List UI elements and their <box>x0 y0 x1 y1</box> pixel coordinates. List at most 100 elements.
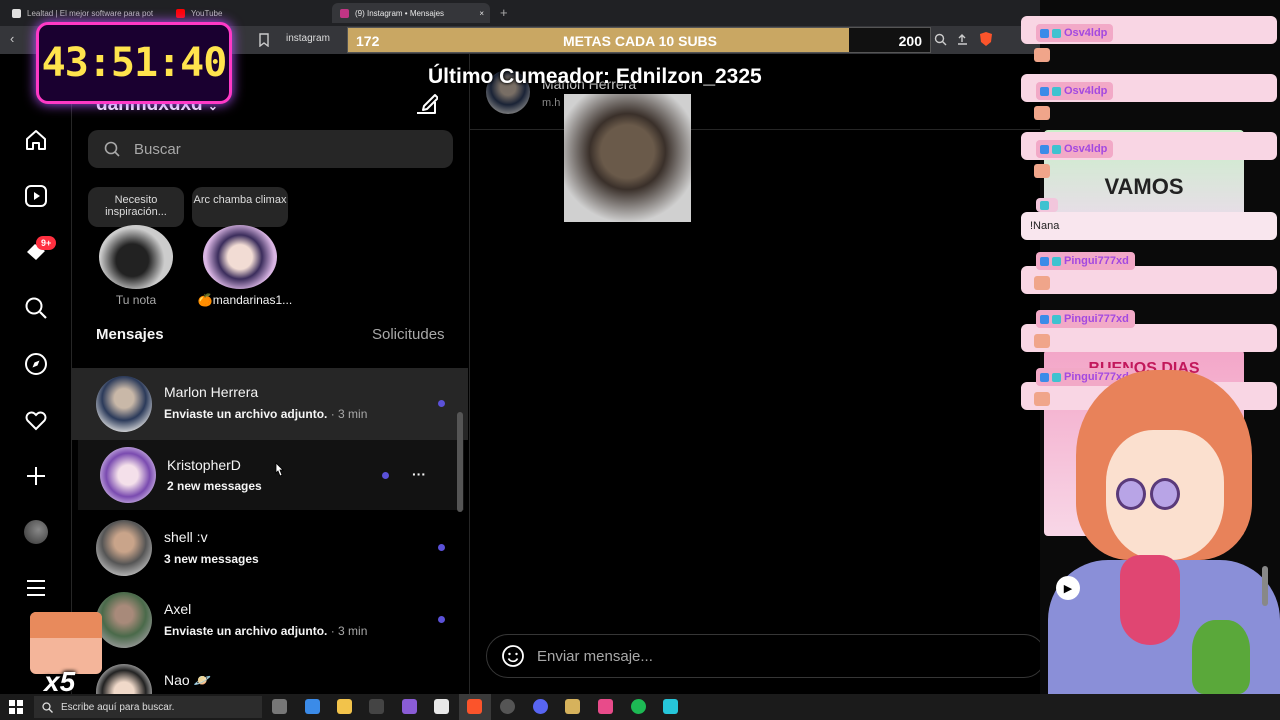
bookmark-icon[interactable] <box>258 33 270 47</box>
thread-name: shell :v <box>164 529 208 545</box>
chat-username: Pingui777xd <box>1036 252 1135 270</box>
thread-name: Marlon Herrera <box>164 384 259 400</box>
search-icon[interactable] <box>22 294 50 322</box>
brave-shield-icon[interactable] <box>979 31 993 47</box>
emote-icon <box>1034 48 1050 62</box>
emoji-icon[interactable] <box>501 644 525 668</box>
message-composer[interactable]: Enviar mensaje... <box>486 634 1046 678</box>
home-icon[interactable] <box>22 126 50 154</box>
gift-badge-icon <box>1052 28 1061 38</box>
thread-row[interactable]: Axel Enviaste un archivo adjunto. · 3 mi… <box>72 584 468 656</box>
file-explorer-icon[interactable] <box>337 699 352 714</box>
new-tab-icon[interactable]: + <box>500 5 508 20</box>
taskbar-search[interactable]: Escribe aquí para buscar. <box>34 696 262 718</box>
menu-icon[interactable] <box>22 574 50 602</box>
avatar <box>100 447 156 503</box>
chat-username: Osv4ldp <box>1036 24 1114 42</box>
chat-message <box>1021 212 1277 240</box>
avatar <box>96 520 152 576</box>
back-icon[interactable]: ‹ <box>10 31 14 46</box>
note-label: 🍊mandarinas1... <box>197 293 293 307</box>
compose-icon[interactable] <box>414 92 438 116</box>
tab-youtube[interactable]: YouTube <box>168 3 230 23</box>
thread-name: Axel <box>164 601 192 617</box>
unread-dot <box>438 616 445 623</box>
sub-badge-icon <box>1040 372 1049 382</box>
chat-username: Osv4ldp <box>1036 140 1114 158</box>
search-input[interactable]: Buscar <box>88 130 453 168</box>
app-icon[interactable] <box>663 699 678 714</box>
site-favicon-icon <box>12 8 21 18</box>
thread-scrollbar[interactable] <box>457 412 463 512</box>
play-icon[interactable]: ▶ <box>1056 576 1080 600</box>
emote-icon <box>1034 392 1050 406</box>
share-icon[interactable] <box>956 33 969 46</box>
taskview-icon[interactable] <box>272 699 287 714</box>
notion-icon[interactable] <box>369 699 384 714</box>
sub-badge-icon <box>1040 314 1049 324</box>
discord-icon[interactable] <box>533 699 548 714</box>
thread-row[interactable]: shell :v 3 new messages <box>72 512 468 584</box>
stream-timer: 43:51:40 <box>36 22 232 104</box>
side-scrollbar[interactable] <box>1262 566 1268 606</box>
profile-avatar[interactable] <box>22 518 50 546</box>
thread-preview: 2 new messages <box>167 479 262 493</box>
note-bubble[interactable]: Arc chamba climax <box>192 187 288 227</box>
tab-close-icon[interactable]: × <box>479 9 484 18</box>
chat-username: Osv4ldp <box>1036 82 1114 100</box>
app-icon[interactable] <box>305 699 320 714</box>
instagram-icon <box>340 8 349 18</box>
conversation-handle: m.h <box>542 97 561 109</box>
sub-badge-icon <box>1040 86 1049 96</box>
thread-name: KristopherD <box>167 457 241 473</box>
emote-icon <box>1034 164 1050 178</box>
vtuber-frog <box>1192 620 1250 694</box>
app-icon[interactable] <box>598 699 613 714</box>
note-avatar[interactable] <box>203 225 277 289</box>
tab-lealtad[interactable]: Lealtad | El mejor software para pot <box>4 3 161 23</box>
spotify-icon[interactable] <box>631 699 646 714</box>
note-bubble[interactable]: Necesito inspiración... <box>88 187 184 227</box>
message-image[interactable] <box>564 94 691 222</box>
vtuber-scarf <box>1120 555 1180 645</box>
thread-preview: Enviaste un archivo adjunto. · 3 min <box>164 624 368 638</box>
sub-badge-icon <box>1040 28 1049 38</box>
brave-icon[interactable] <box>467 699 482 714</box>
thread-row[interactable]: Nao 🪐 <box>72 656 468 694</box>
emote-icon <box>1034 276 1050 290</box>
app-icon[interactable] <box>402 699 417 714</box>
url-text[interactable]: instagram <box>286 33 330 44</box>
last-user-banner: Último Cumeador: Ednilzon_2325 <box>428 65 762 88</box>
unread-dot <box>438 400 445 407</box>
gift-badge-icon <box>1052 372 1061 382</box>
store-icon[interactable] <box>434 699 449 714</box>
search-icon <box>42 701 53 713</box>
app-icon[interactable] <box>565 699 580 714</box>
explore-icon[interactable] <box>22 350 50 378</box>
thread-row[interactable]: KristopherD 2 new messages ··· <box>78 440 464 510</box>
requests-link[interactable]: Solicitudes <box>372 326 445 343</box>
heart-icon[interactable] <box>22 406 50 434</box>
avatar <box>96 376 152 432</box>
create-icon[interactable] <box>22 462 50 490</box>
unread-dot <box>438 544 445 551</box>
youtube-icon <box>176 8 185 18</box>
thread-preview: 3 new messages <box>164 552 259 566</box>
conversation-pane <box>470 54 1040 694</box>
sub-goal-bar: 172 METAS CADA 10 SUBS 200 <box>347 27 931 53</box>
obs-icon[interactable] <box>500 699 515 714</box>
chat-text: !Nana <box>1030 220 1060 232</box>
more-options-icon[interactable]: ··· <box>412 466 426 482</box>
note-avatar[interactable] <box>99 225 173 289</box>
goal-label: METAS CADA 10 SUBS <box>562 33 718 49</box>
zoom-icon[interactable] <box>934 33 947 46</box>
avatar <box>96 592 152 648</box>
unread-dot <box>382 472 389 479</box>
multiplier-avatar <box>30 612 102 674</box>
tab-instagram[interactable]: (9) Instagram • Mensajes × <box>332 3 490 23</box>
windows-start-icon[interactable] <box>9 700 23 714</box>
goal-target: 200 <box>898 33 922 49</box>
thread-row[interactable]: Marlon Herrera Enviaste un archivo adjun… <box>72 368 468 440</box>
notification-badge: 9+ <box>36 236 57 250</box>
reels-icon[interactable] <box>22 182 50 210</box>
